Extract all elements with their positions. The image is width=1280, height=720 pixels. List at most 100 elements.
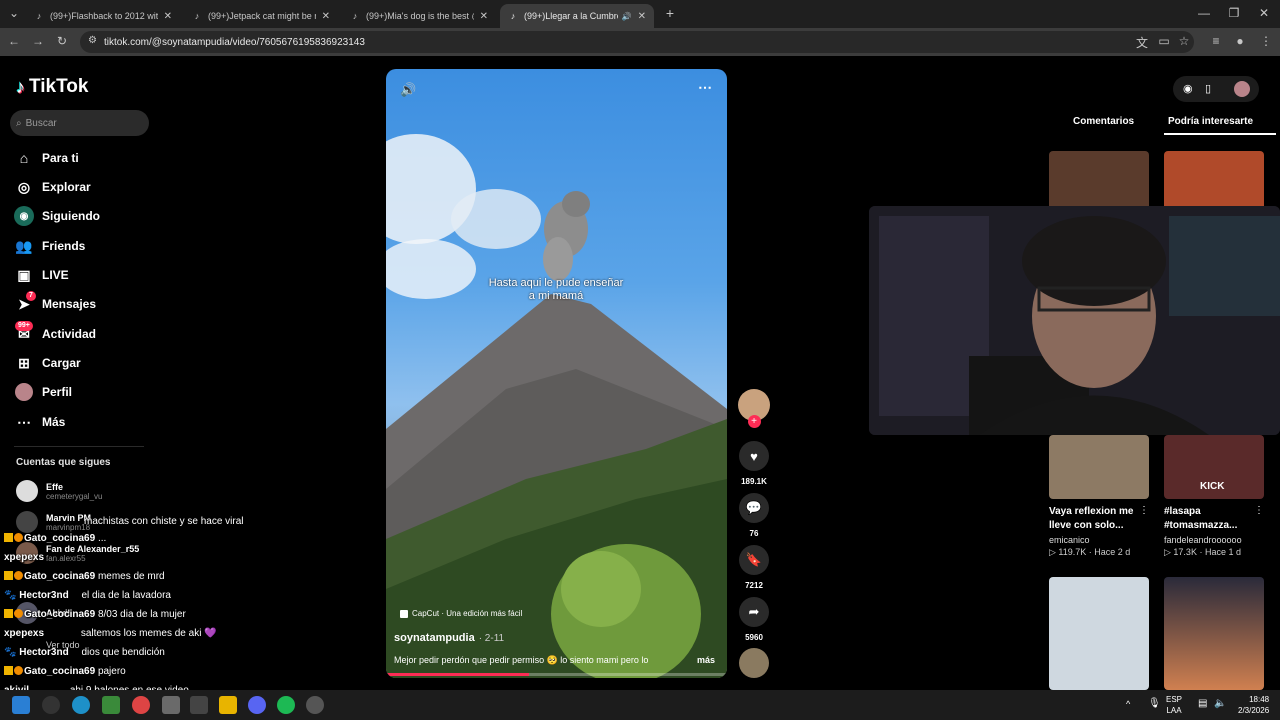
search-input[interactable]: ⌕ Buscar <box>10 110 149 136</box>
more-options-icon[interactable]: ⋮ <box>1254 505 1264 516</box>
save-button[interactable]: 🔖 7212 <box>737 545 771 590</box>
windows-start-icon[interactable] <box>12 696 30 714</box>
capcut-label[interactable]: CapCut · Una edición más fácil <box>400 609 522 618</box>
tab-comments[interactable]: Comentarios <box>1073 116 1134 127</box>
back-icon[interactable]: ← <box>6 34 22 48</box>
followed-account[interactable]: Effe cemeterygal_vu <box>16 480 102 502</box>
cast-icon[interactable]: ▭ <box>1156 34 1172 48</box>
edge-icon[interactable] <box>72 696 90 714</box>
tiktok-icon: ♪ <box>510 11 516 21</box>
discord-icon[interactable] <box>248 696 266 714</box>
minimize-icon[interactable]: — <box>1196 6 1212 20</box>
reading-list-icon[interactable]: ≡ <box>1208 34 1224 48</box>
search-icon[interactable] <box>42 696 60 714</box>
nav-cargar[interactable]: ⊞ Cargar <box>14 352 81 374</box>
xbox-icon[interactable] <box>102 696 120 714</box>
tab-search-icon[interactable]: ⌄ <box>6 6 22 20</box>
right-panel-tabs: Comentarios Podría interesarte <box>1049 113 1280 135</box>
upload-icon: ⊞ <box>18 354 30 371</box>
nav-actividad[interactable]: ✉ 99+ Actividad <box>14 321 96 345</box>
profile-icon[interactable]: ● <box>1232 34 1248 48</box>
avatar <box>16 511 38 533</box>
nav-para-ti[interactable]: ⌂ Para ti <box>14 147 79 169</box>
video-frame-image <box>386 134 727 678</box>
browser-tab[interactable]: ♪ (99+)Flashback to 2012 with Cu ✕ <box>26 4 180 28</box>
video-thumbnail[interactable] <box>1164 577 1264 690</box>
user-avatar[interactable] <box>1234 81 1250 97</box>
more-button[interactable]: más <box>697 655 715 665</box>
volume-tray-icon[interactable]: 🔈 <box>1214 698 1226 709</box>
nav-live[interactable]: ▣ LIVE <box>14 264 68 286</box>
close-icon[interactable]: ✕ <box>480 11 488 22</box>
site-info-icon[interactable]: ⚙ <box>88 35 97 46</box>
video-thumbnail[interactable] <box>1049 577 1149 690</box>
nav-siguiendo[interactable]: ◉ Siguiendo <box>14 205 100 227</box>
chat-message: Gato_cocina69 pajero <box>4 666 126 677</box>
video-author[interactable]: soynatampudia · 2-11 <box>394 632 504 644</box>
close-icon[interactable]: ✕ <box>638 11 646 22</box>
close-icon[interactable]: ✕ <box>164 11 172 22</box>
badge-icon <box>14 609 23 618</box>
chat-message: Gato_cocina69 memes de mrd <box>4 571 165 582</box>
sound-disc-button[interactable] <box>737 648 771 678</box>
nav-perfil[interactable]: Perfil <box>14 381 72 403</box>
nav-explorar[interactable]: ◎ Explorar <box>14 176 91 198</box>
nav-mensajes[interactable]: ➤ 7 Mensajes <box>14 291 96 315</box>
browser-tab-active[interactable]: ♪ (99+)Llegar a la Cumbre: H 🔊 ✕ <box>500 4 654 28</box>
nav-mas[interactable]: ⋯ Más <box>14 411 65 433</box>
microphone-icon[interactable]: 🎙 <box>1148 698 1161 709</box>
file-explorer-icon[interactable] <box>219 696 237 714</box>
followed-account[interactable]: Marvin PM marvinpm18 <box>16 511 91 533</box>
chat-user: Gato_cocina69 <box>24 666 96 677</box>
like-button[interactable]: ♥ 189.1K <box>737 441 771 486</box>
close-icon[interactable]: ✕ <box>322 11 330 22</box>
volume-icon[interactable]: 🔊 <box>400 82 416 98</box>
comment-button[interactable]: 💬 76 <box>737 493 771 538</box>
video-thumbnail[interactable] <box>1164 151 1264 211</box>
bookmark-star-icon[interactable]: ☆ <box>1176 34 1192 48</box>
related-video-card[interactable]: KICK #lasapa #tomasmazza... fandeleandro… <box>1164 435 1264 558</box>
translate-icon[interactable]: 文 <box>1134 34 1150 51</box>
browser-tab[interactable]: ♪ (99+)Mia's dog is the best @M ✕ <box>342 4 496 28</box>
new-tab-icon[interactable]: + <box>662 5 678 21</box>
tab-title: (99+)Llegar a la Cumbre: H <box>524 11 618 21</box>
device-icon[interactable]: ▯ <box>1205 82 1211 95</box>
share-button[interactable]: ➦ 5960 <box>737 597 771 642</box>
tiktok-logo[interactable]: ♪ TikTok <box>16 76 88 98</box>
messages-icon: ➤ 7 <box>14 291 36 314</box>
menu-icon[interactable]: ⋮ <box>1258 34 1274 48</box>
reload-icon[interactable]: ↻ <box>54 34 70 48</box>
tray-chevron-icon[interactable]: ^ <box>1126 699 1130 709</box>
more-options-icon[interactable]: ⋯ <box>698 79 712 96</box>
related-video-card[interactable]: Vaya reflexion me lleve con solo... emic… <box>1049 435 1149 558</box>
video-thumbnail[interactable] <box>1049 151 1149 211</box>
heart-icon: ♥ <box>739 441 769 471</box>
nav-friends[interactable]: 👥 Friends <box>14 235 85 257</box>
video-player[interactable]: 🔊 ⋯ Hasta aqui le pude enseñar a mi mamá… <box>386 69 727 678</box>
speaker-icon[interactable]: 🔊 <box>622 12 632 21</box>
more-options-icon[interactable]: ⋮ <box>1139 505 1149 516</box>
address-bar[interactable]: ⚙ tiktok.com/@soynatampudia/video/760567… <box>80 31 1194 53</box>
restore-icon[interactable]: ❐ <box>1226 6 1242 20</box>
video-progress-bar[interactable] <box>386 673 727 676</box>
chrome-icon[interactable] <box>132 696 150 714</box>
app-icon[interactable] <box>190 696 208 714</box>
system-clock[interactable]: 18:48 2/3/2026 <box>1238 694 1269 716</box>
video-age: Hace 2 d <box>1094 547 1131 557</box>
spotify-icon[interactable] <box>277 696 295 714</box>
forward-icon[interactable]: → <box>30 34 46 48</box>
window-close-icon[interactable]: ✕ <box>1256 6 1272 20</box>
tab-title: (99+)Jetpack cat might be new <box>208 11 316 21</box>
language-indicator[interactable]: ESP LAA <box>1166 694 1182 716</box>
chat-message: 🐾 Hector3nd dios que bendición <box>4 647 165 658</box>
network-icon[interactable]: ▤ <box>1198 698 1207 709</box>
browser-tab[interactable]: ♪ (99+)Jetpack cat might be new ✕ <box>184 4 338 28</box>
author-avatar-button[interactable]: + <box>737 389 771 428</box>
app-icon[interactable] <box>162 696 180 714</box>
follow-plus-icon[interactable]: + <box>747 415 761 428</box>
explore-icon[interactable]: ◉ <box>1183 82 1193 95</box>
active-tab-indicator <box>1164 133 1276 135</box>
tab-related[interactable]: Podría interesarte <box>1168 116 1253 127</box>
following-accounts-title: Cuentas que sigues <box>16 457 111 468</box>
obs-icon[interactable] <box>306 696 324 714</box>
